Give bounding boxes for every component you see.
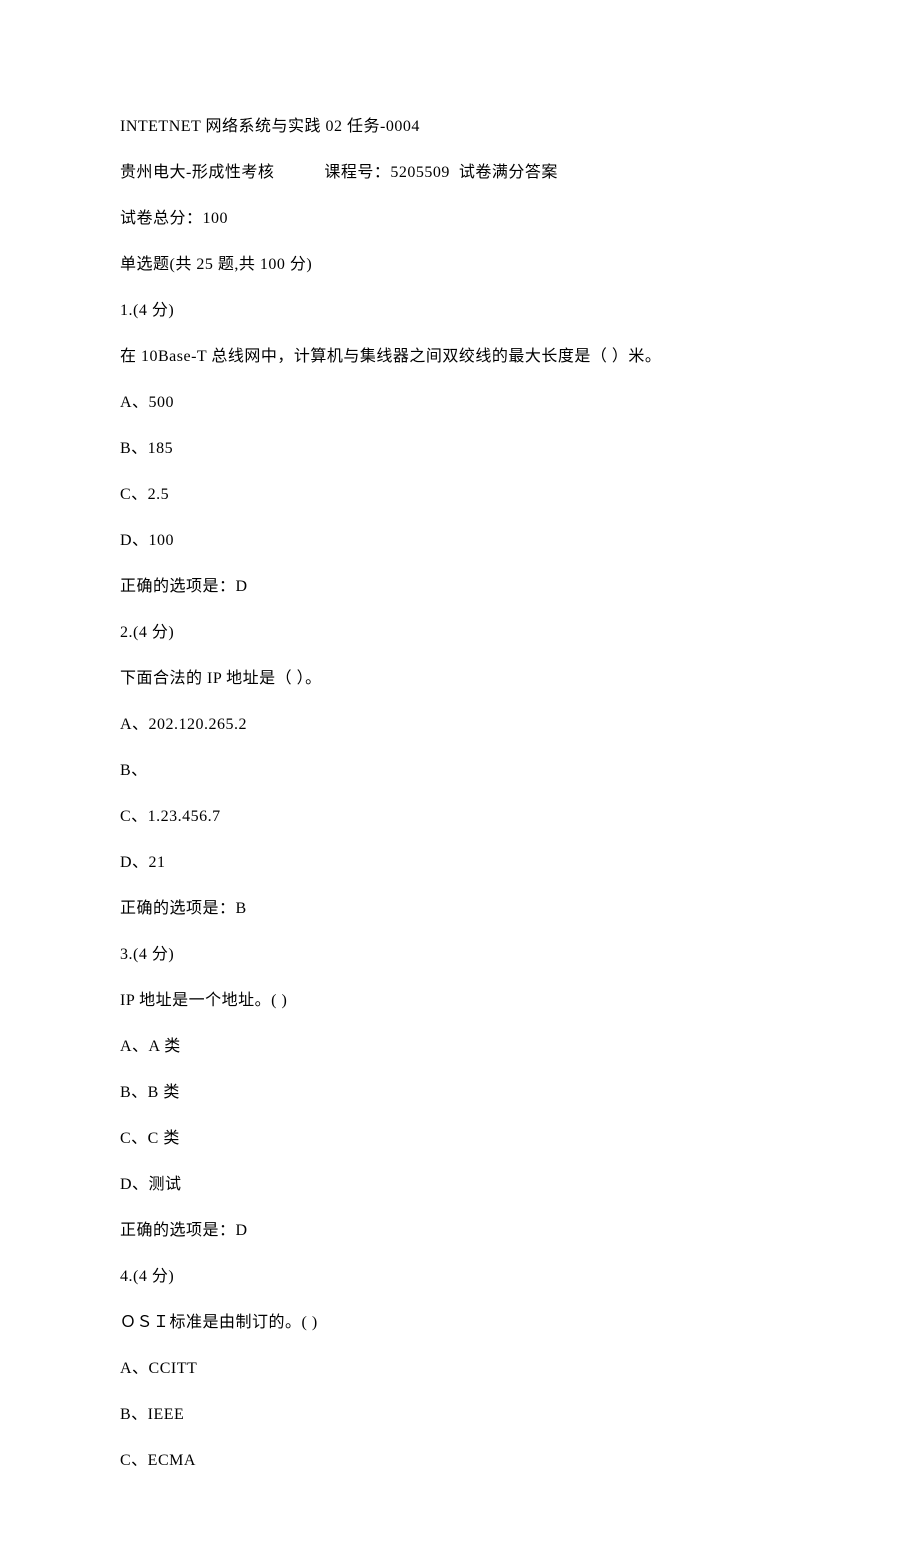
question-number: 4.(4 分)	[120, 1265, 800, 1289]
title-line: INTETNET 网络系统与实践 02 任务-0004	[120, 115, 800, 139]
course-label: 课程号：	[324, 164, 390, 181]
question-option: D、测试	[120, 1173, 800, 1197]
question-option: A、CCITT	[120, 1357, 800, 1381]
question-stem: ＯＳＩ标准是由制订的。( )	[120, 1311, 800, 1335]
total-score-line: 试卷总分：100	[120, 207, 800, 231]
question-option: B、IEEE	[120, 1403, 800, 1427]
question-option: B、	[120, 759, 800, 783]
school-course-line: 贵州电大-形成性考核 课程号：5205509 试卷满分答案	[120, 161, 800, 185]
school-name: 贵州电大-形成性考核	[120, 164, 274, 181]
question-stem: 下面合法的 IP 地址是（ ）。	[120, 667, 800, 691]
question-option: D、21	[120, 851, 800, 875]
total-label: 试卷总分：	[120, 210, 203, 227]
question-option: B、B 类	[120, 1081, 800, 1105]
question-option: A、500	[120, 391, 800, 415]
question-stem: IP 地址是一个地址。( )	[120, 989, 800, 1013]
question-option: C、2.5	[120, 483, 800, 507]
question-answer: 正确的选项是：D	[120, 575, 800, 599]
paper-note: 试卷满分答案	[459, 164, 558, 181]
question-option: A、A 类	[120, 1035, 800, 1059]
total-value: 100	[203, 210, 229, 227]
course-number: 5205509	[390, 164, 450, 181]
question-stem: 在 10Base-T 总线网中，计算机与集线器之间双绞线的最大长度是（ ）米。	[120, 345, 800, 369]
section-title: 单选题(共 25 题,共 100 分)	[120, 253, 800, 277]
question-number: 2.(4 分)	[120, 621, 800, 645]
question-option: C、ECMA	[120, 1449, 800, 1473]
question-number: 3.(4 分)	[120, 943, 800, 967]
question-answer: 正确的选项是：B	[120, 897, 800, 921]
document-page: INTETNET 网络系统与实践 02 任务-0004 贵州电大-形成性考核 课程…	[0, 0, 920, 1555]
question-option: C、1.23.456.7	[120, 805, 800, 829]
question-number: 1.(4 分)	[120, 299, 800, 323]
question-answer: 正确的选项是：D	[120, 1219, 800, 1243]
question-option: B、185	[120, 437, 800, 461]
question-option: D、100	[120, 529, 800, 553]
question-option: C、C 类	[120, 1127, 800, 1151]
question-option: A、202.120.265.2	[120, 713, 800, 737]
